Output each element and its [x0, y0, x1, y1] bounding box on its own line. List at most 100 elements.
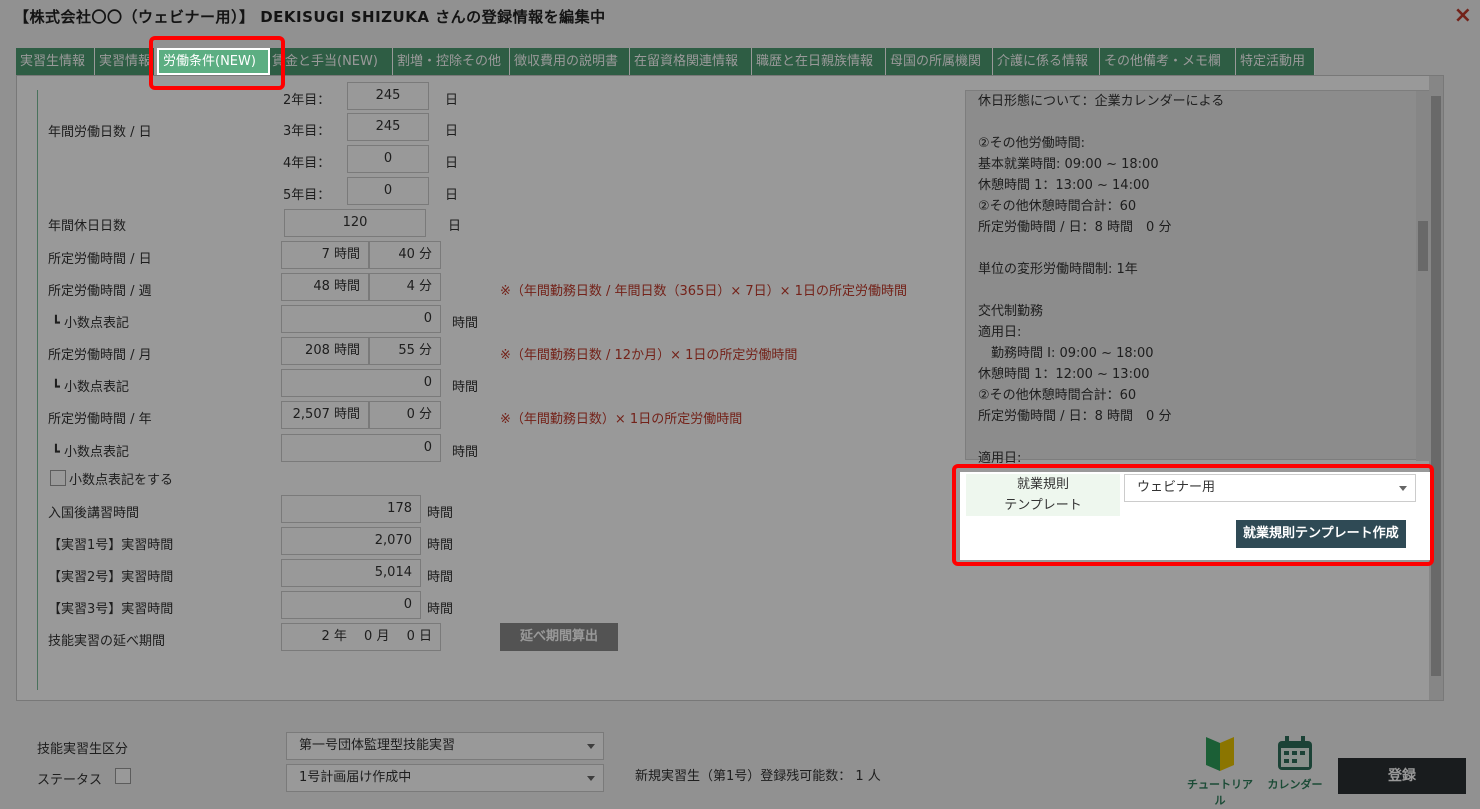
daily-label: 所定労働時間 / 日 [48, 252, 152, 267]
category-label: 技能実習生区分 [37, 742, 129, 757]
tab-career[interactable]: 職歴と在日親族情報 [752, 48, 886, 75]
training-unit-0: 時間 [427, 506, 454, 521]
yearly-min-input[interactable]: 0 分 [369, 401, 441, 429]
remaining-count: 新規実習生（第1号）登録残可能数： 1 人 [635, 769, 881, 784]
tab-fees[interactable]: 徴収費用の説明書 [510, 48, 630, 75]
tab-trainee-info[interactable]: 実習生情報 [16, 48, 95, 75]
monthly-hours-input[interactable]: 208 時間 [281, 337, 369, 365]
holidays-input[interactable]: 120 [284, 209, 426, 237]
calendar-label: カレンダー [1267, 778, 1323, 791]
monthly-label: 所定労働時間 / 月 [48, 348, 152, 363]
holidays-unit: 日 [448, 219, 462, 234]
period-input[interactable]: 2 年 0 月 0 日 [281, 623, 441, 651]
tab-notes[interactable]: その他備考・メモ欄 [1100, 48, 1236, 75]
calendar-button[interactable]: カレンダー [1262, 733, 1328, 792]
tab-visa[interactable]: 在留資格関連情報 [630, 48, 752, 75]
work-rules-line: 単位の変形労働時間制: 1年 [978, 262, 1138, 277]
tutorial-button[interactable]: チュートリアル [1186, 733, 1254, 808]
year5-unit: 日 [445, 188, 459, 203]
edit-modal: 【株式会社〇〇（ウェビナー用）】 DEKISUGI SHIZUKA さんの登録情… [0, 0, 1480, 809]
work-rules-line: 休日形態について：企業カレンダーによる [978, 94, 1225, 109]
window-title: 【株式会社〇〇（ウェビナー用）】 DEKISUGI SHIZUKA さんの登録情… [14, 8, 606, 26]
annual-days-label: 年間労働日数 / 日 [48, 125, 152, 140]
yearly-hours-input[interactable]: 2,507 時間 [281, 401, 369, 429]
year5-label: 5年目： [283, 188, 331, 203]
status-checkbox[interactable] [115, 768, 131, 784]
panel-scroll-thumb[interactable] [1431, 96, 1441, 676]
weekly-note: ※（年間勤務日数 / 年間日数（365日）× 7日）× 1日の所定労働時間 [500, 284, 907, 299]
work-rules-line: 基本就業時間: 09:00 ~ 18:00 [978, 157, 1159, 172]
year2-input[interactable]: 245 [347, 82, 429, 110]
weekly-decimal-unit: 時間 [452, 316, 479, 331]
year3-unit: 日 [445, 124, 459, 139]
content-panel: 年間労働日数 / 日 2年目： 245 日 3年目： 245 日 4年目： 0 … [16, 75, 1444, 701]
monthly-decimal-unit: 時間 [452, 380, 479, 395]
training-input-1[interactable]: 2,070 [281, 527, 421, 555]
yearly-decimal-input[interactable]: 0 [281, 434, 441, 462]
chevron-down-icon [587, 776, 595, 781]
work-rules-line: 交代制勤務 [978, 304, 1044, 319]
work-rules-scrollbar[interactable] [1416, 91, 1430, 461]
close-icon[interactable]: × [1454, 2, 1472, 30]
tutorial-label: チュートリアル [1187, 778, 1253, 807]
work-rules-line: 休憩時間 1：12:00 ~ 13:00 [978, 367, 1150, 382]
training-label-1: 【実習1号】実習時間 [48, 538, 174, 553]
work-rules-line: 所定労働時間 / 日：8 時間 0 分 [978, 409, 1172, 424]
category-select[interactable]: 第一号団体監理型技能実習 [286, 732, 604, 760]
decimal-checkbox-label: 小数点表記をする [69, 473, 174, 488]
work-rules-line: ②その他労働時間: [978, 136, 1086, 151]
training-unit-1: 時間 [427, 538, 454, 553]
bottom-bar: 技能実習生区分 第一号団体監理型技能実習 ステータス 1号計画届け作成中 新規実… [0, 715, 1480, 809]
training-label-0: 入国後講習時間 [48, 506, 140, 521]
decimal-checkbox[interactable] [50, 470, 66, 486]
period-calc-button[interactable]: 延べ期間算出 [500, 623, 619, 651]
year4-unit: 日 [445, 156, 459, 171]
tab-home-org[interactable]: 母国の所属機関 [886, 48, 993, 75]
monthly-min-input[interactable]: 55 分 [369, 337, 441, 365]
status-label: ステータス [37, 773, 103, 788]
year4-label: 4年目： [283, 156, 331, 171]
work-rules-line: ②その他休憩時間合計：60 [978, 388, 1137, 403]
training-label-3: 【実習3号】実習時間 [48, 602, 174, 617]
work-rules-line: 勤務時間 I: 09:00 ~ 18:00 [978, 346, 1154, 361]
template-highlight-box [952, 464, 1434, 566]
year4-input[interactable]: 0 [347, 145, 429, 173]
yearly-note: ※（年間勤務日数）× 1日の所定労働時間 [500, 412, 743, 427]
calendar-icon [1278, 736, 1312, 770]
work-rules-line: 適用日: [978, 325, 1022, 340]
training-label-2: 【実習2号】実習時間 [48, 570, 174, 585]
daily-min-input[interactable]: 40 分 [369, 241, 441, 269]
training-input-0[interactable]: 178 [281, 495, 421, 523]
training-input-2[interactable]: 5,014 [281, 559, 421, 587]
panel-scrollbar[interactable] [1429, 76, 1443, 700]
status-value: 1号計画届け作成中 [299, 770, 412, 785]
tab-wages[interactable]: 賃金と手当(NEW) [268, 48, 393, 75]
labor-form: 年間労働日数 / 日 2年目： 245 日 3年目： 245 日 4年目： 0 … [37, 82, 937, 690]
weekly-decimal-input[interactable]: 0 [281, 305, 441, 333]
tab-highlight-box [149, 36, 285, 90]
status-select[interactable]: 1号計画届け作成中 [286, 764, 604, 792]
monthly-decimal-input[interactable]: 0 [281, 369, 441, 397]
year5-input[interactable]: 0 [347, 177, 429, 205]
weekly-hours-input[interactable]: 48 時間 [281, 273, 369, 301]
daily-hours-input[interactable]: 7 時間 [281, 241, 369, 269]
period-label: 技能実習の延べ期間 [48, 634, 166, 649]
weekly-min-input[interactable]: 4 分 [369, 273, 441, 301]
year3-label: 3年目： [283, 124, 331, 139]
holidays-label: 年間休日日数 [48, 219, 127, 234]
submit-button[interactable]: 登録 [1338, 758, 1466, 794]
scroll-thumb[interactable] [1418, 221, 1428, 271]
training-input-3[interactable]: 0 [281, 591, 421, 619]
year3-input[interactable]: 245 [347, 113, 429, 141]
tab-training-info[interactable]: 実習情報 [95, 48, 155, 75]
training-unit-2: 時間 [427, 570, 454, 585]
tutorial-icon [1206, 737, 1234, 771]
monthly-note: ※（年間勤務日数 / 12か月）× 1日の所定労働時間 [500, 348, 798, 363]
tab-premiums[interactable]: 割増・控除その他 [393, 48, 510, 75]
year2-unit: 日 [445, 93, 459, 108]
chevron-down-icon [587, 744, 595, 749]
work-rules-panel: 休日形態について：企業カレンダーによる ②その他労働時間: 基本就業時間: 09:0… [965, 90, 1430, 466]
tab-care[interactable]: 介護に係る情報 [993, 48, 1100, 75]
yearly-label: 所定労働時間 / 年 [48, 412, 152, 427]
tab-special[interactable]: 特定活動用 [1236, 48, 1315, 75]
